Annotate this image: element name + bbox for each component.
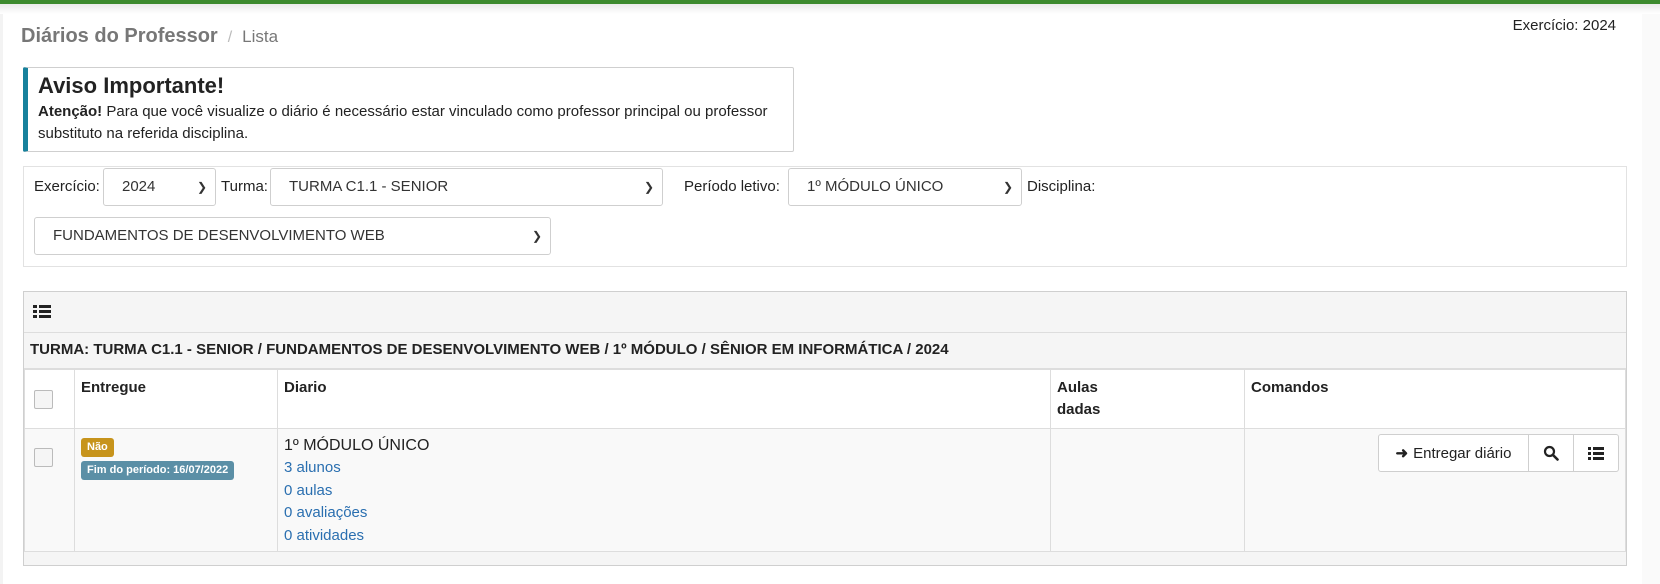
row-select-cell [24, 428, 75, 554]
exercicio-indicator: Exercício: 2024 [1512, 17, 1616, 34]
periodo-label: Período letivo: [684, 178, 780, 195]
disciplina-select-value: FUNDAMENTOS DE DESENVOLVIMENTO WEB [53, 227, 385, 244]
breadcrumb-current: Lista [242, 27, 279, 46]
breadcrumb-separator: / [227, 29, 233, 46]
turma-select[interactable]: TURMA C1.1 - SENIOR ❯ [270, 168, 663, 206]
list-icon [1588, 447, 1604, 460]
avaliacoes-link[interactable]: 0 avaliações [284, 502, 1044, 525]
diarios-panel: TURMA: TURMA C1.1 - SENIOR / FUNDAMENTOS… [23, 291, 1627, 566]
chevron-down-icon: ❯ [643, 180, 654, 194]
table-row: Não Fim do período: 16/07/2022 1º MÓDULO… [24, 428, 1626, 554]
column-aulas-line1: Aulas [1057, 379, 1098, 396]
panel-header [24, 292, 1626, 333]
turma-heading: TURMA: TURMA C1.1 - SENIOR / FUNDAMENTOS… [24, 333, 1626, 369]
aulas-link[interactable]: 0 aulas [284, 480, 1044, 503]
exercicio-label: Exercício: [34, 178, 100, 195]
exercicio-select-value: 2024 [122, 178, 156, 195]
periodo-select[interactable]: 1º MÓDULO ÚNICO ❯ [788, 168, 1022, 206]
column-diario: Diario [277, 369, 1051, 429]
notice-title: Aviso Importante! [38, 73, 225, 98]
diario-cell: 1º MÓDULO ÚNICO 3 alunos 0 aulas 0 avali… [277, 428, 1051, 554]
period-end-badge: Fim do período: 16/07/2022 [81, 461, 235, 480]
alunos-link[interactable]: 3 alunos [284, 457, 1044, 480]
right-gutter [1642, 14, 1660, 584]
panel-footer [24, 551, 1626, 565]
disciplina-label: Disciplina: [1027, 178, 1096, 195]
chevron-down-icon: ❯ [531, 229, 542, 243]
notice-strong: Atenção! [38, 103, 103, 120]
notice-body: Para que você visualize o diário é neces… [38, 103, 768, 142]
atividades-link[interactable]: 0 atividades [284, 525, 1044, 548]
column-aulas-dadas: Aulas dadas [1050, 369, 1245, 429]
column-aulas-line2: dadas [1057, 401, 1101, 418]
diario-title: 1º MÓDULO ÚNICO [284, 437, 430, 454]
entregar-diario-button[interactable]: ➜ Entregar diário [1378, 434, 1529, 472]
turma-select-value: TURMA C1.1 - SENIOR [289, 178, 449, 195]
top-shadow [0, 4, 1660, 14]
list-icon [33, 304, 51, 320]
exercicio-select[interactable]: 2024 ❯ [103, 168, 216, 206]
chevron-down-icon: ❯ [1002, 180, 1013, 194]
header-select-all [24, 369, 75, 429]
chevron-down-icon: ❯ [196, 180, 207, 194]
command-buttons: ➜ Entregar diário [1378, 434, 1619, 472]
left-edge [0, 14, 3, 584]
notice-text: Atenção! Para que você visualize o diári… [38, 101, 783, 145]
turma-label: Turma: [221, 178, 268, 195]
column-comandos: Comandos [1244, 369, 1626, 429]
important-notice: Aviso Importante! Atenção! Para que você… [23, 67, 794, 152]
diarios-table: Entregue Diario Aulas dadas Comandos Não… [24, 369, 1626, 554]
column-entregue: Entregue [74, 369, 278, 429]
select-all-checkbox[interactable] [34, 390, 53, 409]
search-button[interactable] [1529, 434, 1574, 472]
table-header-row: Entregue Diario Aulas dadas Comandos [24, 369, 1626, 429]
row-checkbox[interactable] [34, 448, 53, 467]
list-button[interactable] [1574, 434, 1619, 472]
comandos-cell: ➜ Entregar diário [1244, 428, 1626, 554]
entregue-cell: Não Fim do período: 16/07/2022 [74, 428, 278, 554]
status-badge: Não [81, 438, 114, 457]
aulas-dadas-cell [1050, 428, 1245, 554]
filter-form: Exercício: 2024 ❯ Turma: TURMA C1.1 - SE… [23, 166, 1627, 267]
search-icon [1543, 445, 1559, 461]
disciplina-select[interactable]: FUNDAMENTOS DE DESENVOLVIMENTO WEB ❯ [34, 217, 551, 255]
page-title: Diários do Professor [21, 25, 218, 47]
periodo-select-value: 1º MÓDULO ÚNICO [807, 178, 944, 195]
arrow-right-icon: ➜ [1395, 445, 1409, 462]
breadcrumb: Diários do Professor / Lista [21, 25, 278, 48]
entregar-diario-label: Entregar diário [1413, 444, 1512, 462]
